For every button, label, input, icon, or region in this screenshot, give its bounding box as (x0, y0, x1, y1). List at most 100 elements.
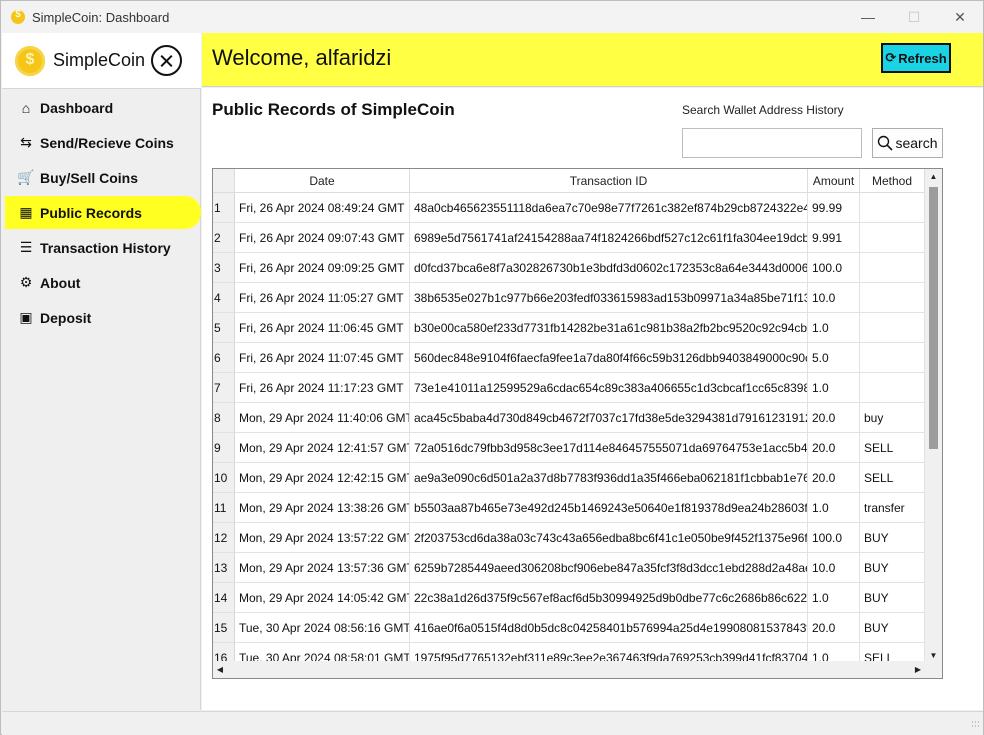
cell-transaction-id[interactable]: 2f203753cd6da38a03c743c43a656edba8bc6f41… (410, 523, 808, 553)
title-bar[interactable]: SimpleCoin: Dashboard — ☐ ✕ (1, 1, 983, 33)
cell-amount[interactable]: 20.0 (808, 403, 860, 433)
cell-method[interactable] (860, 373, 925, 403)
cell-method[interactable] (860, 223, 925, 253)
cell-transaction-id[interactable]: 22c38a1d26d375f9c567ef8acf6d5b30994925d9… (410, 583, 808, 613)
cell-date[interactable]: Fri, 26 Apr 2024 11:05:27 GMT (235, 283, 410, 313)
cell-method[interactable]: BUY (860, 613, 925, 643)
row-number[interactable]: 8 (213, 403, 235, 433)
cell-method[interactable]: SELL (860, 463, 925, 493)
table-row[interactable]: 12 Mon, 29 Apr 2024 13:57:22 GMT 2f203753c… (213, 523, 925, 553)
cell-transaction-id[interactable]: ae9a3e090c6d501a2a37d8b7783f936dd1a35f46… (410, 463, 808, 493)
table-row[interactable]: 8 Mon, 29 Apr 2024 11:40:06 GMT aca45c5bab… (213, 403, 925, 433)
sidebar-item-deposit[interactable]: ▣ Deposit (5, 301, 201, 334)
cell-method[interactable] (860, 313, 925, 343)
cell-amount[interactable]: 20.0 (808, 463, 860, 493)
sidebar-item-send-recieve-coins[interactable]: ⇆ Send/Recieve Coins (5, 126, 201, 159)
cell-transaction-id[interactable]: 6989e5d7561741af24154288aa74f1824266bdf5… (410, 223, 808, 253)
cell-method[interactable]: BUY (860, 553, 925, 583)
cell-transaction-id[interactable]: 6259b7285449aeed306208bcf906ebe847a35fcf… (410, 553, 808, 583)
scroll-up-arrow-icon[interactable]: ▲ (925, 169, 942, 183)
row-number[interactable]: 3 (213, 253, 235, 283)
cell-date[interactable]: Mon, 29 Apr 2024 13:38:26 GMT (235, 493, 410, 523)
cell-date[interactable]: Mon, 29 Apr 2024 11:40:06 GMT (235, 403, 410, 433)
horizontal-scroll-thumb[interactable] (229, 665, 909, 674)
cell-transaction-id[interactable]: 48a0cb465623551118da6ea7c70e98e77f7261c3… (410, 193, 808, 223)
cell-method[interactable]: buy (860, 403, 925, 433)
cell-transaction-id[interactable]: b5503aa87b465e73e492d245b1469243e50640e1… (410, 493, 808, 523)
cell-amount[interactable]: 1.0 (808, 493, 860, 523)
minimize-button[interactable]: — (845, 1, 891, 33)
cell-method[interactable] (860, 283, 925, 313)
horizontal-scrollbar[interactable]: ◀ ▶ (213, 661, 942, 678)
table-row[interactable]: 14 Mon, 29 Apr 2024 14:05:42 GMT 22c38a1d2… (213, 583, 925, 613)
cell-date[interactable]: Fri, 26 Apr 2024 08:49:24 GMT (235, 193, 410, 223)
sidebar-item-public-records[interactable]: ▦ Public Records (5, 196, 201, 229)
cell-transaction-id[interactable]: 38b6535e027b1c977b66e203fedf033615983ad1… (410, 283, 808, 313)
cell-method[interactable]: transfer (860, 493, 925, 523)
table-row[interactable]: 9 Mon, 29 Apr 2024 12:41:57 GMT 72a0516dc7… (213, 433, 925, 463)
close-window-button[interactable]: ✕ (937, 1, 983, 33)
table-row[interactable]: 7 Fri, 26 Apr 2024 11:17:23 GMT 73e1e41011… (213, 373, 925, 403)
cell-date[interactable]: Mon, 29 Apr 2024 12:41:57 GMT (235, 433, 410, 463)
table-row[interactable]: 4 Fri, 26 Apr 2024 11:05:27 GMT 38b6535e02… (213, 283, 925, 313)
scroll-right-arrow-icon[interactable]: ▶ (911, 661, 925, 678)
cell-date[interactable]: Tue, 30 Apr 2024 08:56:16 GMT (235, 613, 410, 643)
row-number[interactable]: 14 (213, 583, 235, 613)
cell-date[interactable]: Mon, 29 Apr 2024 14:05:42 GMT (235, 583, 410, 613)
table-row[interactable]: 3 Fri, 26 Apr 2024 09:09:25 GMT d0fcd37bca… (213, 253, 925, 283)
row-number[interactable]: 7 (213, 373, 235, 403)
resize-grip-icon[interactable]: ⋯ ⋯ (968, 718, 980, 732)
records-table[interactable]: Date Transaction ID Amount Method 1 Fri, … (212, 168, 943, 679)
refresh-button[interactable]: ⟳ Refresh (881, 43, 951, 73)
cell-amount[interactable]: 100.0 (808, 523, 860, 553)
table-row[interactable]: 6 Fri, 26 Apr 2024 11:07:45 GMT 560dec848e… (213, 343, 925, 373)
table-row[interactable]: 5 Fri, 26 Apr 2024 11:06:45 GMT b30e00ca58… (213, 313, 925, 343)
row-number[interactable]: 9 (213, 433, 235, 463)
cell-method[interactable] (860, 193, 925, 223)
column-header-transaction-id[interactable]: Transaction ID (410, 169, 808, 193)
cell-method[interactable]: BUY (860, 523, 925, 553)
row-number[interactable]: 5 (213, 313, 235, 343)
cell-method[interactable]: SELL (860, 433, 925, 463)
cell-amount[interactable]: 100.0 (808, 253, 860, 283)
cell-date[interactable]: Mon, 29 Apr 2024 12:42:15 GMT (235, 463, 410, 493)
row-number[interactable]: 4 (213, 283, 235, 313)
column-header-method[interactable]: Method (860, 169, 925, 193)
close-sidebar-icon[interactable] (151, 45, 182, 76)
cell-amount[interactable]: 9.991 (808, 223, 860, 253)
row-number[interactable]: 6 (213, 343, 235, 373)
vertical-scrollbar[interactable]: ▲ ▼ (925, 169, 942, 662)
cell-amount[interactable]: 20.0 (808, 613, 860, 643)
cell-amount[interactable]: 1.0 (808, 373, 860, 403)
table-row[interactable]: 1 Fri, 26 Apr 2024 08:49:24 GMT 48a0cb4656… (213, 193, 925, 223)
cell-amount[interactable]: 1.0 (808, 313, 860, 343)
table-row[interactable]: 13 Mon, 29 Apr 2024 13:57:36 GMT 6259b7285… (213, 553, 925, 583)
table-row[interactable]: 2 Fri, 26 Apr 2024 09:07:43 GMT 6989e5d756… (213, 223, 925, 253)
sidebar-item-dashboard[interactable]: ⌂ Dashboard (5, 91, 201, 124)
cell-transaction-id[interactable]: aca45c5baba4d730d849cb4672f7037c17fd38e5… (410, 403, 808, 433)
cell-date[interactable]: Fri, 26 Apr 2024 09:07:43 GMT (235, 223, 410, 253)
cell-amount[interactable]: 1.0 (808, 583, 860, 613)
cell-amount[interactable]: 10.0 (808, 283, 860, 313)
scroll-left-arrow-icon[interactable]: ◀ (213, 661, 227, 678)
search-button[interactable]: search (872, 128, 943, 158)
table-row[interactable]: 11 Mon, 29 Apr 2024 13:38:26 GMT b5503aa87… (213, 493, 925, 523)
row-number[interactable]: 2 (213, 223, 235, 253)
row-number[interactable]: 11 (213, 493, 235, 523)
cell-date[interactable]: Fri, 26 Apr 2024 11:06:45 GMT (235, 313, 410, 343)
cell-amount[interactable]: 20.0 (808, 433, 860, 463)
cell-method[interactable] (860, 343, 925, 373)
cell-date[interactable]: Fri, 26 Apr 2024 09:09:25 GMT (235, 253, 410, 283)
cell-date[interactable]: Fri, 26 Apr 2024 11:07:45 GMT (235, 343, 410, 373)
sidebar-item-about[interactable]: ⚙ About (5, 266, 201, 299)
cell-transaction-id[interactable]: 416ae0f6a0515f4d8d0b5dc8c04258401b576994… (410, 613, 808, 643)
sidebar-item-buy-sell-coins[interactable]: 🛒 Buy/Sell Coins (5, 161, 201, 194)
table-row[interactable]: 10 Mon, 29 Apr 2024 12:42:15 GMT ae9a3e090… (213, 463, 925, 493)
cell-amount[interactable]: 99.99 (808, 193, 860, 223)
cell-method[interactable]: BUY (860, 583, 925, 613)
sidebar-item-transaction-history[interactable]: ☰ Transaction History (5, 231, 201, 264)
cell-date[interactable]: Mon, 29 Apr 2024 13:57:22 GMT (235, 523, 410, 553)
column-header-date[interactable]: Date (235, 169, 410, 193)
row-number[interactable]: 13 (213, 553, 235, 583)
row-number[interactable]: 12 (213, 523, 235, 553)
